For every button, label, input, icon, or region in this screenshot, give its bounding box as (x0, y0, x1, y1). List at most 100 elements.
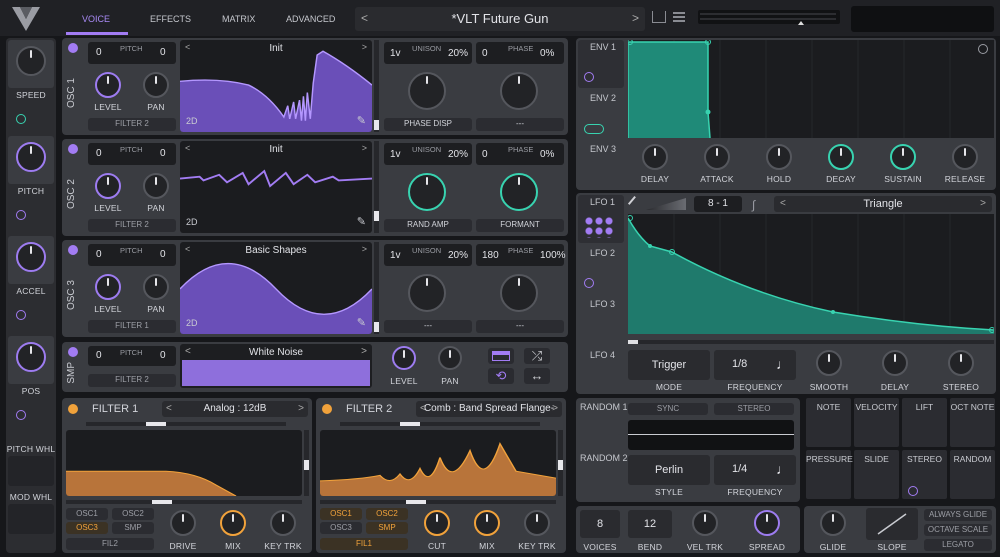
macro-2-knob[interactable] (16, 142, 46, 172)
macro-1-knob[interactable] (16, 46, 46, 76)
osc2-level-knob[interactable] (95, 173, 121, 199)
random-tab-2[interactable]: RANDOM 2 (580, 453, 628, 463)
lfo-delay-knob[interactable] (882, 350, 908, 376)
mod-source-note[interactable]: NOTE (806, 398, 851, 447)
f2-enable-toggle[interactable] (322, 404, 332, 414)
mod-source-random[interactable]: RANDOM (950, 450, 995, 499)
f2-blend-slider[interactable] (340, 422, 540, 426)
osc2-pitch-field[interactable]: 0 PITCH 0 (88, 143, 176, 165)
f2-cut-knob[interactable] (424, 510, 450, 536)
macro-3-mod-icon[interactable] (16, 310, 26, 320)
osc3-edit-icon[interactable]: ✎ (357, 316, 366, 329)
f2-src-osc2[interactable]: OSC2 (366, 508, 408, 520)
f1-enable-toggle[interactable] (68, 404, 78, 414)
smp-bounce-icon[interactable]: ↔ (524, 368, 550, 384)
macro-2-mod-icon[interactable] (16, 210, 26, 220)
lfo-mode-field[interactable]: Trigger (628, 350, 710, 380)
osc1-filter-route[interactable]: FILTER 2 (88, 118, 176, 131)
osc1-pan-knob[interactable] (143, 72, 169, 98)
f1-key-trk-knob[interactable] (270, 510, 296, 536)
f2-model-selector[interactable]: < Comb : Band Spread Flange- > (416, 401, 562, 417)
f2-response-graph[interactable] (320, 430, 556, 496)
osc2-frame-slider[interactable] (374, 141, 379, 233)
osc3-pan-knob[interactable] (143, 274, 169, 300)
osc2-edit-icon[interactable]: ✎ (357, 215, 366, 228)
env-decay-knob[interactable] (828, 144, 854, 170)
stereo-mod-icon[interactable] (908, 486, 918, 496)
osc2-spectral-knob[interactable] (408, 173, 446, 211)
osc2-distortion-select[interactable]: FORMANT (476, 219, 564, 232)
next-sample-icon[interactable]: > (361, 346, 367, 357)
f2-res-slider[interactable] (558, 430, 563, 496)
mod-source-oct-note[interactable]: OCT NOTE (950, 398, 995, 447)
lfo-graph[interactable] (627, 214, 995, 334)
octave-scale-toggle[interactable]: OCTAVE SCALE (924, 524, 992, 536)
vel-trk-knob[interactable] (692, 510, 718, 536)
f1-src-smp[interactable]: SMP (112, 522, 154, 534)
osc1-spectral-knob[interactable] (408, 72, 446, 110)
random-tab-1[interactable]: RANDOM 1 (580, 402, 628, 412)
osc2-distortion-knob[interactable] (500, 173, 538, 211)
zoom-icon[interactable] (978, 44, 988, 54)
env1-mod-icon[interactable] (584, 72, 594, 82)
env-attack-knob[interactable] (704, 144, 730, 170)
f2-key-trk-knob[interactable] (524, 510, 550, 536)
random-style-field[interactable]: Perlin (628, 455, 710, 485)
f1-drive-knob[interactable] (170, 510, 196, 536)
preset-selector[interactable]: < *VLT Future Gun > (355, 7, 645, 31)
smp-pitch-field[interactable]: 0 PITCH 0 (88, 346, 176, 366)
lfo-curve-icon[interactable]: ∫ (752, 198, 755, 212)
f1-response-graph[interactable] (66, 430, 302, 496)
vital-logo-icon[interactable] (10, 5, 42, 33)
osc2-next-wt-icon[interactable]: > (362, 143, 367, 153)
smp-level-knob[interactable] (392, 346, 416, 370)
lfo-shape-selector[interactable]: < Triangle > (774, 196, 992, 212)
tab-voice[interactable]: VOICE (82, 14, 110, 24)
env-sustain-knob[interactable] (890, 144, 916, 170)
next-preset-icon[interactable]: > (632, 11, 639, 25)
f2-next-model-icon[interactable]: > (552, 403, 558, 414)
smp-enable-toggle[interactable] (68, 347, 78, 357)
f1-cutoff-slider[interactable] (66, 500, 302, 504)
tab-effects[interactable]: EFFECTS (150, 14, 191, 24)
osc3-phase-field[interactable]: 180 PHASE 100% (476, 244, 566, 266)
f1-model-selector[interactable]: < Analog : 12dB > (162, 401, 308, 417)
macro-1-mod-icon[interactable] (16, 114, 26, 124)
f2-src-osc3[interactable]: OSC3 (320, 522, 362, 534)
smp-keyboard-icon[interactable] (488, 348, 514, 364)
env-release-knob[interactable] (952, 144, 978, 170)
tab-advanced[interactable]: ADVANCED (286, 14, 335, 24)
f2-src-smp[interactable]: SMP (366, 522, 408, 534)
volume-meter[interactable] (698, 10, 840, 25)
lfo-scrollbar[interactable] (628, 340, 994, 344)
smp-pan-knob[interactable] (438, 346, 462, 370)
voices-field[interactable]: 8 (580, 510, 620, 538)
always-glide-toggle[interactable]: ALWAYS GLIDE (924, 509, 992, 521)
osc3-distortion-knob[interactable] (500, 274, 538, 312)
lfo-grid-size[interactable]: 8 - 1 (694, 196, 742, 212)
bend-field[interactable]: 12 (628, 510, 672, 538)
spread-knob[interactable] (754, 510, 780, 536)
osc1-level-knob[interactable] (95, 72, 121, 98)
osc1-unison-field[interactable]: 1v UNISON 20% (384, 42, 472, 64)
osc3-next-wt-icon[interactable]: > (362, 244, 367, 254)
note-icon[interactable]: ♩ (776, 356, 790, 372)
smp-filter-route[interactable]: FILTER 2 (88, 374, 176, 387)
osc2-filter-route[interactable]: FILTER 2 (88, 219, 176, 232)
f1-src-osc3[interactable]: OSC3 (66, 522, 108, 534)
osc2-wavetable[interactable]: < Init > 2D ✎ (180, 141, 372, 233)
mod-source-lift[interactable]: LIFT (902, 398, 947, 447)
f1-res-slider[interactable] (304, 430, 309, 496)
mod-wheel[interactable] (8, 504, 54, 534)
osc2-spectral-select[interactable]: RAND AMP (384, 219, 472, 232)
tab-matrix[interactable]: MATRIX (222, 14, 255, 24)
smp-loop-icon[interactable]: ⟲ (488, 368, 514, 384)
osc1-frame-slider[interactable] (374, 40, 379, 132)
slope-display[interactable] (866, 508, 918, 540)
save-preset-icon[interactable] (652, 11, 666, 23)
osc1-pitch-field[interactable]: 0 PITCH 0 (88, 42, 176, 64)
lfo-stereo-knob[interactable] (948, 350, 974, 376)
osc1-distortion-knob[interactable] (500, 72, 538, 110)
osc3-pitch-field[interactable]: 0 PITCH 0 (88, 244, 176, 266)
osc3-unison-field[interactable]: 1v UNISON 20% (384, 244, 472, 266)
